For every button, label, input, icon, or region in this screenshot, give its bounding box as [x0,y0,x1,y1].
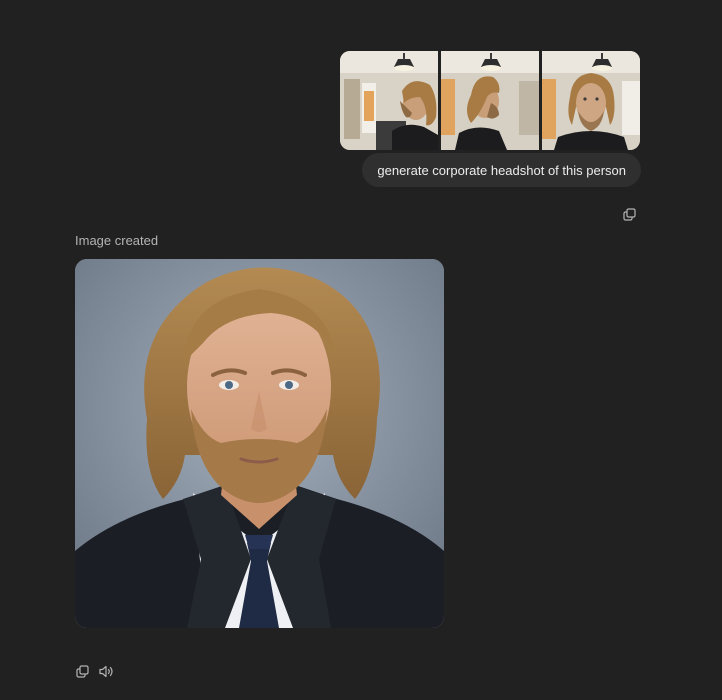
copy-icon [622,207,636,221]
user-attachments [340,51,640,150]
speaker-icon [98,665,113,677]
generated-image[interactable] [75,259,444,628]
profile-right-photo [441,51,539,150]
copy-icon [75,664,89,678]
attachment-thumbnail-2[interactable] [441,51,539,150]
user-message-text: generate corporate headshot of this pers… [377,162,626,178]
attachment-thumbnail-1[interactable] [340,51,438,150]
read-aloud-button[interactable] [97,662,115,680]
copy-user-message-button[interactable] [620,205,638,223]
generated-headshot [75,259,444,628]
attachment-thumbnail-3[interactable] [542,51,640,150]
user-message-bubble: generate corporate headshot of this pers… [362,153,641,187]
chat-page: generate corporate headshot of this pers… [0,0,722,700]
profile-left-photo [340,51,438,150]
front-facing-photo [542,51,640,150]
copy-response-button[interactable] [73,662,91,680]
image-created-label: Image created [75,233,159,248]
